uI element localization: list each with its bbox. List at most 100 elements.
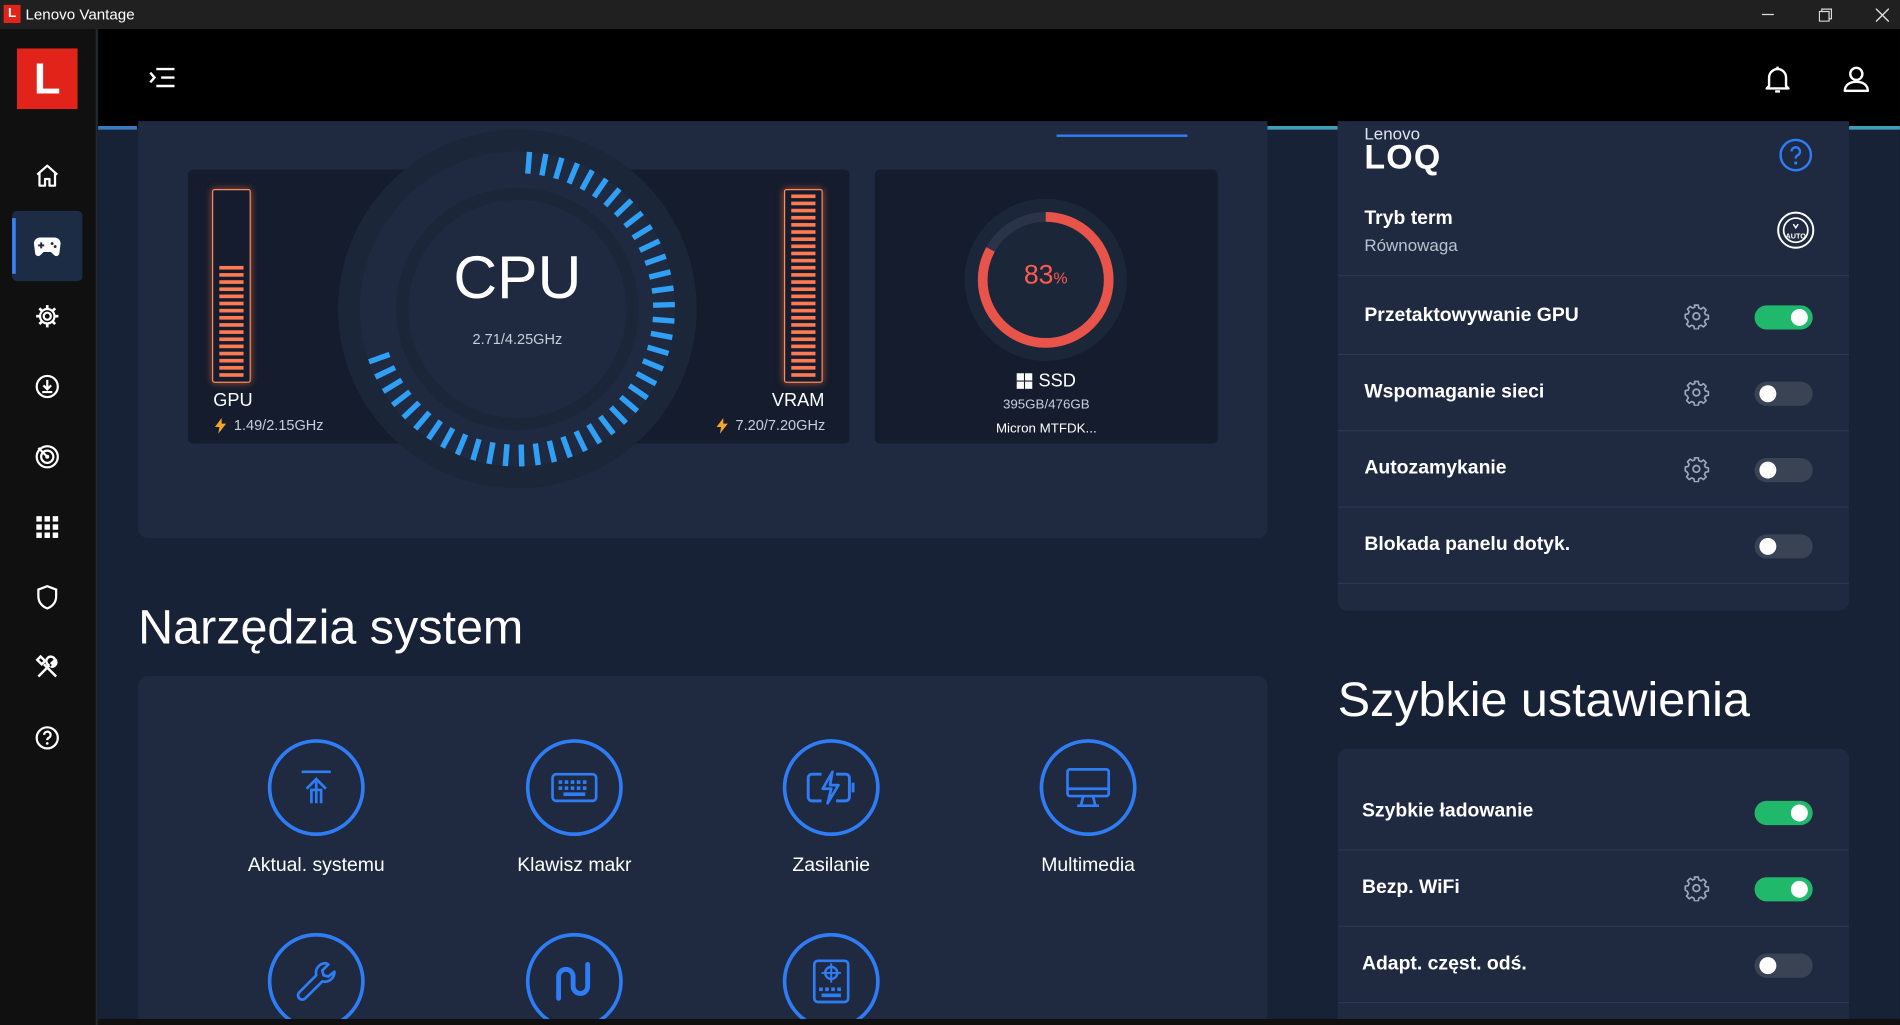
minimize-button[interactable] [1740,0,1796,29]
nav-apps[interactable] [12,492,82,562]
nav-device-settings[interactable] [12,281,82,351]
tool-system-update[interactable]: Aktual. systemu [225,739,407,877]
setting-label: Przetaktowywanie GPU [1364,305,1579,326]
tool-wrench[interactable] [225,932,407,1025]
app-logo-icon: L [3,4,21,24]
tools-card: Aktual. systemu Klawisz makr Zasilanie M… [138,676,1268,1025]
vram-segment [791,230,816,234]
toggle-knob [1759,537,1777,555]
ssd-percent: 83% [1023,259,1068,290]
nav-security[interactable] [12,562,82,632]
setting-toggle[interactable] [1754,381,1813,406]
restore-button[interactable] [1797,0,1853,29]
notifications-button[interactable] [1764,65,1791,100]
tools-heading: Narzędzia system [138,600,524,655]
gpu-segment [219,330,244,334]
setting-toggle[interactable] [1754,457,1813,483]
nav-smart-assist[interactable] [12,422,82,492]
gpu-segment [219,194,243,198]
vram-segment [791,308,816,313]
gpu-segment [219,366,244,370]
gpu-bar [212,189,251,383]
close-button[interactable] [1854,0,1900,29]
toggle-knob [1790,804,1808,822]
setting-label: Autozamykanie [1364,457,1507,479]
tool-keyboard-target[interactable] [740,932,922,1025]
gpu-segment [219,209,243,213]
keyboard-icon [551,772,598,803]
setting-gear-button[interactable] [1683,303,1710,336]
vram-segment [791,194,816,199]
gpu-segment [219,287,244,292]
user-icon [1843,66,1870,93]
cpu-tick [518,444,525,467]
sidebar: L [0,29,97,1025]
nav-tools[interactable] [12,632,82,702]
ssd-title: SSD [875,371,1218,391]
gpu-segment [219,315,244,320]
bolt-icon [214,417,227,434]
gpu-freq: 1.49/2.15GHz [214,417,324,434]
quick-settings-card: Szybkie ładowanie Bezp. WiFi Adapt. częst.… [1337,748,1850,1025]
vram-segment [791,215,816,220]
nav-home[interactable] [12,141,82,211]
vram-segment [791,330,816,334]
vram-segment [791,366,816,370]
cpu-gauge: CPU 2.71/4.25GHz [336,127,700,490]
menu-toggle-button[interactable] [149,67,176,95]
vram-segment [791,358,816,363]
vram-label: VRAM [771,390,825,411]
cpu-tick [502,444,510,467]
setting-gear-button[interactable] [1683,875,1710,908]
setting-label: Wspomaganie sieci [1364,381,1545,403]
setting-toggle[interactable] [1754,953,1813,978]
gear-icon [1684,304,1710,330]
gear-icon [1684,456,1710,483]
nav-gaming[interactable] [12,210,83,282]
tool-wave[interactable] [483,932,665,1025]
setting-gear-button[interactable] [1683,456,1710,489]
gpu-segment [219,280,244,284]
gpu-segment [219,273,244,277]
gpu-segment [219,245,243,249]
help-button[interactable] [1779,138,1813,178]
accent-line [98,126,137,130]
gpu-segment [219,308,244,313]
setting-toggle[interactable] [1754,534,1813,559]
vram-segment [791,323,816,327]
cpu-freq: 2.71/4.25GHz [472,330,563,348]
nav-downloads[interactable] [12,351,82,421]
ssd-gauge: 83% [962,196,1129,363]
game-settings-card: Lenovo LOQ Tryb term Równowaga AUTO Prze… [1337,121,1850,611]
tool-power[interactable]: Zasilanie [740,739,922,877]
setting-gear-button[interactable] [1683,379,1710,412]
setting-row: Adapt. częst. odś. [1337,927,1850,1004]
toggle-knob [1790,880,1808,898]
gpu-segment [219,237,243,241]
account-button[interactable] [1843,65,1870,98]
nav-help[interactable] [12,703,82,773]
gpu-segment [219,351,244,356]
setting-toggle[interactable] [1754,800,1813,826]
bolt-icon [716,417,728,434]
help-icon [1779,138,1813,172]
vram-segment [791,208,816,213]
lenovo-logo[interactable]: L [16,48,78,110]
toggle-knob [1759,385,1777,403]
tool-macro-key[interactable]: Klawisz makr [483,739,665,877]
restore-icon [1818,7,1832,22]
cpu-tick [486,441,496,465]
home-icon [36,164,58,187]
setting-label: Blokada panelu dotyk. [1364,534,1571,555]
thermal-mode-row[interactable]: Tryb term Równowaga AUTO [1337,194,1850,277]
gpu-segment [219,337,244,342]
close-icon [1875,7,1889,22]
vram-segment [791,287,816,292]
vram-segment [791,273,816,277]
setting-toggle[interactable] [1754,877,1813,902]
brand-logo: LOQ [1364,138,1442,176]
cpu-tick [525,151,533,174]
setting-toggle[interactable] [1754,305,1813,330]
tool-multimedia[interactable]: Multimedia [997,739,1179,877]
thermal-mode-icon-button[interactable]: AUTO [1776,211,1815,256]
